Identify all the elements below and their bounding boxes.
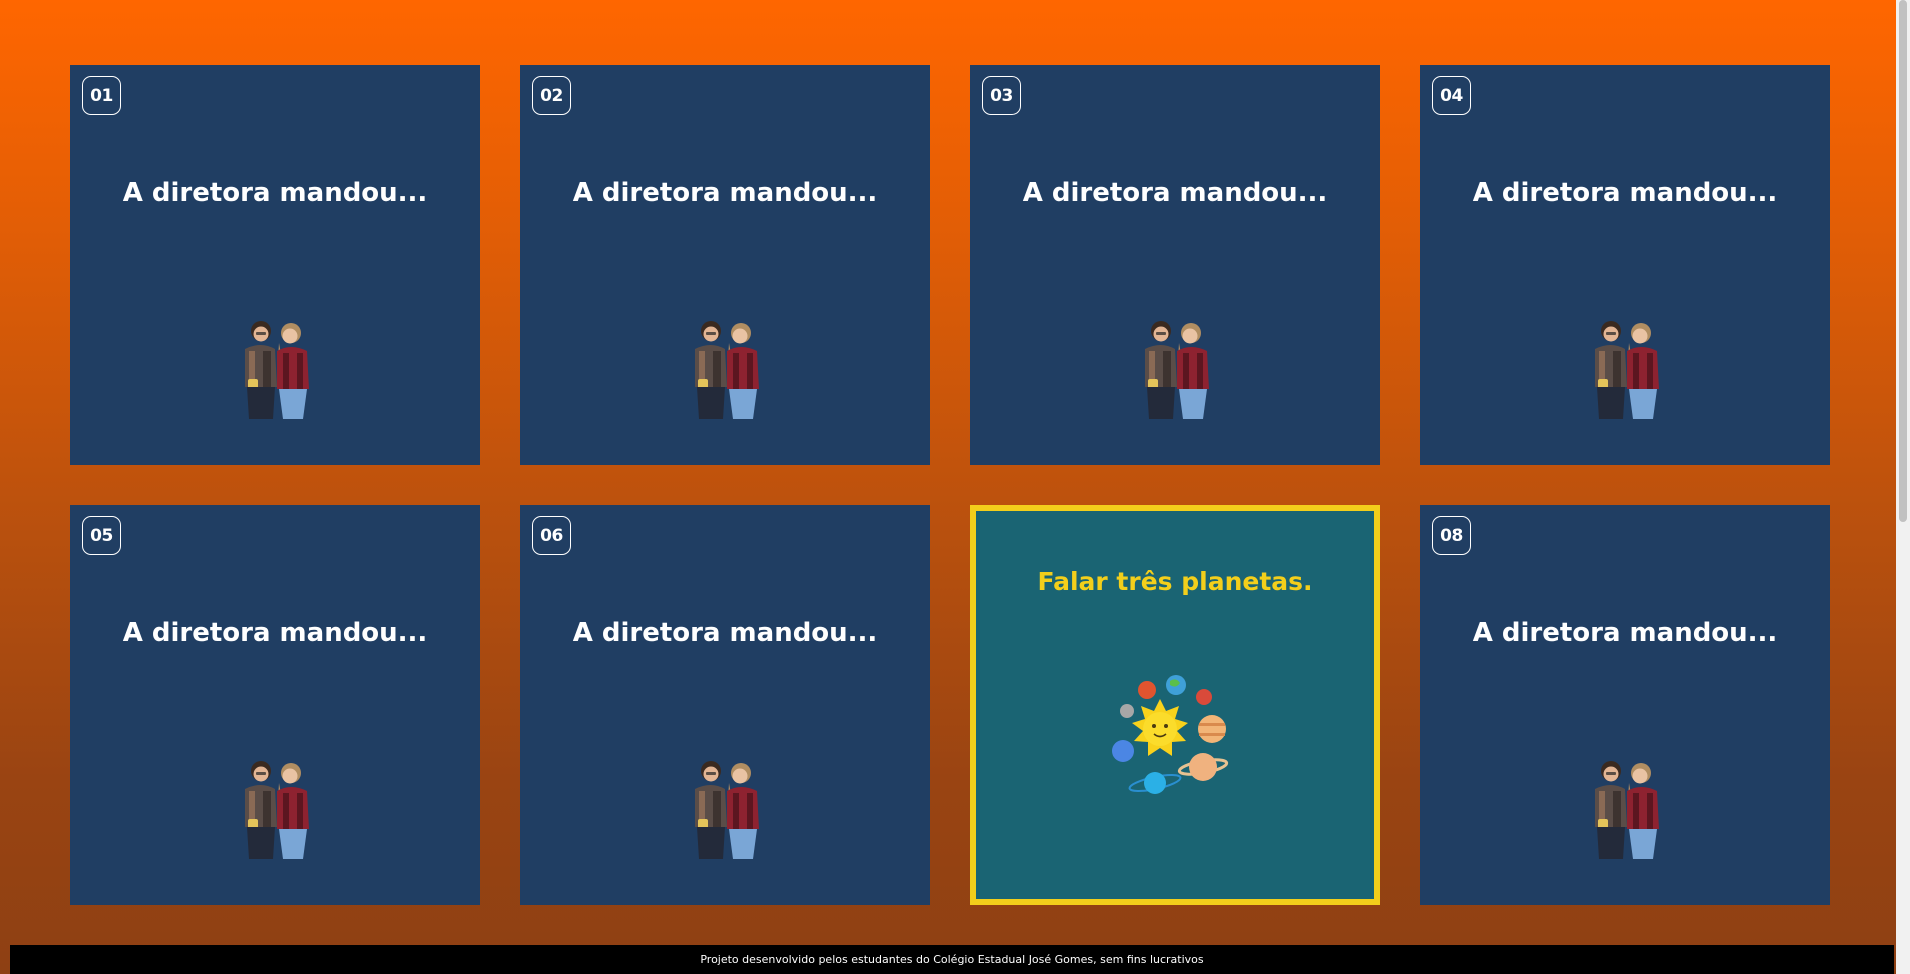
card-04[interactable]: 04 A diretora mandou... <box>1420 65 1830 465</box>
card-01[interactable]: 01 A diretora mandou... <box>70 65 480 465</box>
card-number-badge: 01 <box>82 76 121 115</box>
card-text: A diretora mandou... <box>122 178 428 208</box>
two-women-photo-icon <box>1145 321 1209 419</box>
two-women-photo-icon <box>245 321 309 419</box>
card-06[interactable]: 06 A diretora mandou... <box>520 505 930 905</box>
card-03[interactable]: 03 A diretora mandou... <box>970 65 1380 465</box>
card-text: Falar três planetas. <box>1037 567 1313 596</box>
two-women-photo-icon <box>1595 321 1659 419</box>
card-number-badge: 05 <box>82 516 121 555</box>
card-number-badge: 02 <box>532 76 571 115</box>
card-number-badge: 03 <box>982 76 1021 115</box>
footer-text: Projeto desenvolvido pelos estudantes do… <box>700 953 1204 966</box>
two-women-photo-icon <box>1595 761 1659 859</box>
card-02[interactable]: 02 A diretora mandou... <box>520 65 930 465</box>
card-text: A diretora mandou... <box>122 618 428 648</box>
card-08[interactable]: 08 A diretora mandou... <box>1420 505 1830 905</box>
scrollbar-thumb[interactable] <box>1899 0 1907 522</box>
solar-system-icon <box>1112 675 1229 794</box>
card-text: A diretora mandou... <box>1472 178 1778 208</box>
vertical-scrollbar[interactable] <box>1896 0 1910 974</box>
card-07-revealed[interactable]: Falar três planetas. <box>970 505 1380 905</box>
card-text: A diretora mandou... <box>572 618 878 648</box>
card-number-badge: 04 <box>1432 76 1471 115</box>
card-05[interactable]: 05 A diretora mandou... <box>70 505 480 905</box>
card-number-badge: 06 <box>532 516 571 555</box>
two-women-photo-icon <box>695 321 759 419</box>
card-number-badge: 08 <box>1432 516 1471 555</box>
footer: Projeto desenvolvido pelos estudantes do… <box>10 945 1894 974</box>
card-text: A diretora mandou... <box>572 178 878 208</box>
two-women-photo-icon <box>245 761 309 859</box>
card-grid: 01 A diretora mandou... 02 A diretora ma… <box>70 65 1831 905</box>
card-text: A diretora mandou... <box>1472 618 1778 648</box>
two-women-photo-icon <box>695 761 759 859</box>
card-text: A diretora mandou... <box>1022 178 1328 208</box>
